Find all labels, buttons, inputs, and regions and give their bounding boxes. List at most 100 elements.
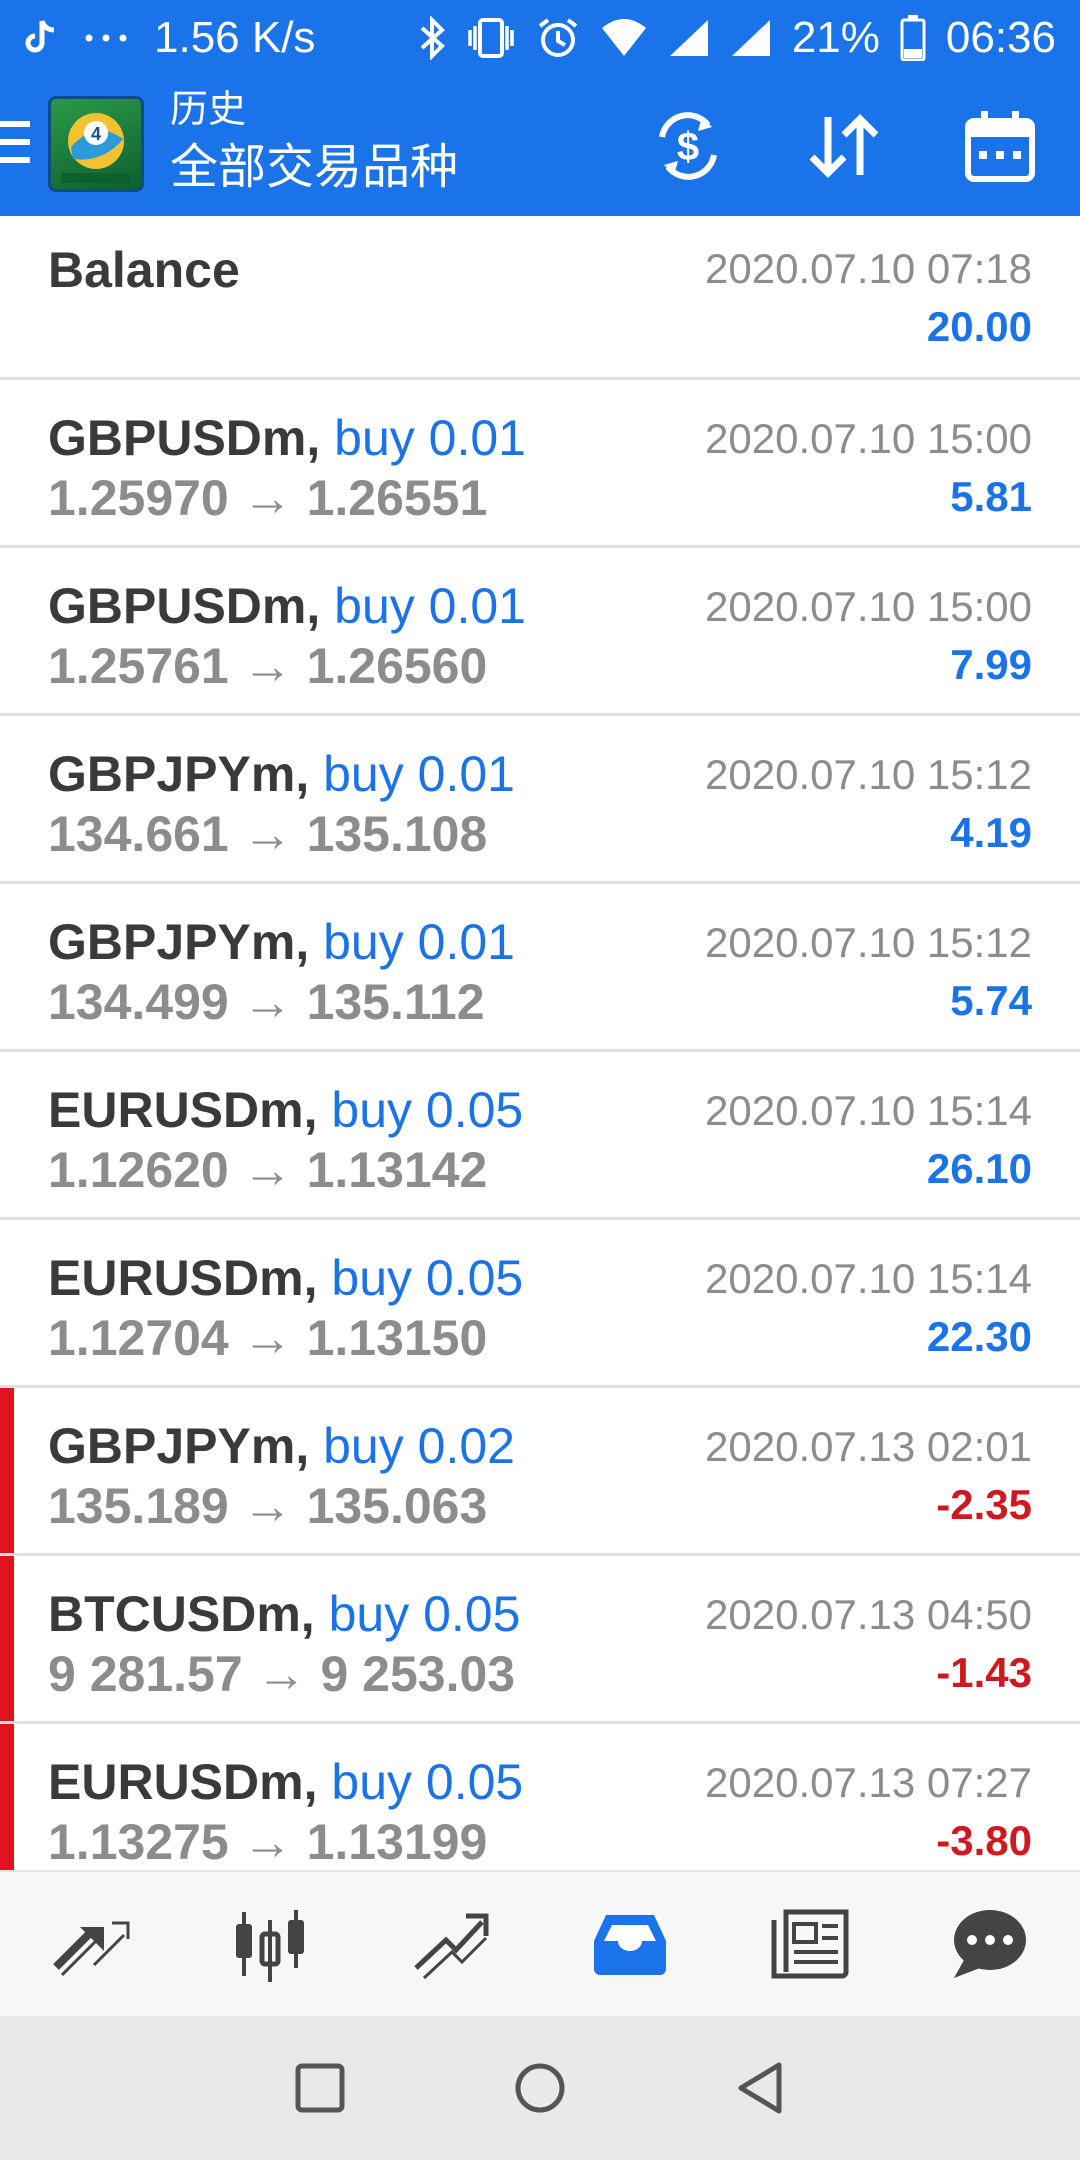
trade-prices: 1.25970 → 1.26551 (48, 468, 487, 528)
trade-prices: 134.661 → 135.108 (48, 804, 487, 864)
trade-symbol: GBPUSDm, (48, 410, 321, 466)
trade-prices: 1.13275 → 1.13199 (48, 1812, 487, 1870)
svg-text:$: $ (677, 125, 699, 169)
chart-candles-icon[interactable] (215, 1889, 325, 1999)
status-bar: 1.56 K/s 21% 06:36 (0, 0, 1080, 76)
system-navigation-bar (0, 2016, 1080, 2160)
trade-date: 2020.07.10 15:12 (705, 919, 1032, 966)
trade-date: 2020.07.13 02:01 (705, 1423, 1032, 1470)
battery-percent: 21% (791, 13, 880, 62)
arrow-icon: → (242, 470, 293, 526)
history-list[interactable]: Balance 2020.07.10 07:18 20.00 GBPUSDm, … (0, 216, 1080, 1870)
trade-prices: 9 281.57 → 9 253.03 (48, 1644, 515, 1704)
quotes-icon[interactable] (35, 1889, 145, 1999)
trade-type: buy 0.01 (323, 746, 515, 802)
trade-profit: 22.30 (926, 1313, 1032, 1360)
trade-profit: 7.99 (950, 641, 1032, 688)
trade-profit: -2.35 (936, 1481, 1032, 1528)
tiktok-icon (24, 19, 58, 57)
trade-symbol: GBPJPYm, (48, 1418, 310, 1474)
close-price: 9 253.03 (320, 1646, 516, 1702)
trade-prices: 135.189 → 135.063 (48, 1476, 487, 1536)
arrow-icon: → (242, 974, 293, 1030)
close-price: 135.108 (306, 806, 488, 862)
menu-icon[interactable] (0, 121, 30, 171)
trade-symbol-line: BTCUSDm, buy 0.05 (48, 1584, 520, 1644)
trade-row[interactable]: GBPJPYm, buy 0.01 134.499 → 135.112 2020.0… (0, 884, 1080, 1052)
trade-symbol-line: GBPUSDm, buy 0.01 (48, 408, 526, 468)
trade-symbol: EURUSDm, (48, 1082, 318, 1138)
news-icon[interactable] (755, 1889, 865, 1999)
chat-icon[interactable] (935, 1889, 1045, 1999)
trade-type: buy 0.02 (323, 1418, 515, 1474)
balance-row[interactable]: Balance 2020.07.10 07:18 20.00 (0, 216, 1080, 380)
open-price: 135.189 (48, 1478, 229, 1534)
trade-symbol-line: GBPJPYm, buy 0.02 (48, 1416, 515, 1476)
sort-icon[interactable] (802, 104, 886, 188)
trade-row[interactable]: EURUSDm, buy 0.05 1.12704 → 1.13150 2020.0… (0, 1220, 1080, 1388)
trade-date: 2020.07.13 07:27 (705, 1759, 1032, 1806)
page-title: 历史 (170, 89, 247, 131)
arrow-icon: → (242, 1142, 293, 1198)
close-price: 1.13142 (306, 1142, 488, 1198)
close-price: 1.13150 (306, 1310, 488, 1366)
trade-symbol-line: GBPJPYm, buy 0.01 (48, 912, 515, 972)
open-price: 1.13275 (48, 1814, 229, 1870)
open-price: 1.25970 (48, 470, 229, 526)
home-icon[interactable] (495, 2043, 585, 2133)
wifi-icon (600, 18, 648, 58)
close-price: 1.26560 (306, 638, 488, 694)
trade-date: 2020.07.10 15:00 (705, 583, 1032, 630)
trade-row[interactable]: BTCUSDm, buy 0.05 9 281.57 → 9 253.03 2020… (0, 1556, 1080, 1724)
trade-icon[interactable] (395, 1889, 505, 1999)
arrow-icon: → (242, 1478, 293, 1534)
recents-icon[interactable] (275, 2043, 365, 2133)
arrow-icon: → (242, 638, 293, 694)
arrow-icon: → (242, 1310, 293, 1366)
open-price: 134.661 (48, 806, 229, 862)
trade-date: 2020.07.10 15:00 (705, 415, 1032, 462)
bluetooth-icon (418, 16, 446, 60)
trade-profit: -1.43 (936, 1649, 1032, 1696)
balance-amount: 20.00 (926, 303, 1032, 350)
trade-row[interactable]: EURUSDm, buy 0.05 1.12620 → 1.13142 2020.0… (0, 1052, 1080, 1220)
trade-symbol-line: GBPUSDm, buy 0.01 (48, 576, 526, 636)
trade-profit: 5.81 (950, 473, 1032, 520)
vibrate-icon (466, 16, 516, 60)
trade-profit: 5.74 (950, 977, 1032, 1024)
metatrader-logo: 4 (48, 96, 144, 192)
trade-symbol: EURUSDm, (48, 1250, 318, 1306)
trade-row[interactable]: GBPJPYm, buy 0.01 134.661 → 135.108 2020.0… (0, 716, 1080, 884)
clock: 06:36 (945, 13, 1056, 62)
alarm-icon (536, 16, 580, 60)
calendar-icon[interactable] (958, 104, 1042, 188)
close-price: 1.26551 (306, 470, 488, 526)
trade-symbol: GBPUSDm, (48, 578, 321, 634)
trade-symbol: GBPJPYm, (48, 746, 310, 802)
back-icon[interactable] (715, 2043, 805, 2133)
close-price: 135.063 (306, 1478, 488, 1534)
trade-prices: 134.499 → 135.112 (48, 972, 485, 1032)
trade-profit: 4.19 (950, 809, 1032, 856)
arrow-icon: → (242, 1814, 293, 1870)
trade-row[interactable]: GBPUSDm, buy 0.01 1.25970 → 1.26551 2020.0… (0, 380, 1080, 548)
arrow-icon: → (242, 806, 293, 862)
currency-exchange-icon[interactable]: $ (646, 104, 730, 188)
history-inbox-icon[interactable] (575, 1889, 685, 1999)
svg-text:4: 4 (91, 124, 101, 144)
signal-icon (730, 18, 772, 58)
open-price: 9 281.57 (48, 1646, 243, 1702)
trade-row[interactable]: EURUSDm, buy 0.05 1.13275 → 1.13199 2020.0… (0, 1724, 1080, 1870)
trade-symbol-line: GBPJPYm, buy 0.01 (48, 744, 515, 804)
trade-row[interactable]: GBPUSDm, buy 0.01 1.25761 → 1.26560 2020.0… (0, 548, 1080, 716)
symbol-filter-dropdown[interactable]: 全部交易品种 (170, 138, 458, 198)
arrow-icon: → (256, 1646, 307, 1702)
close-price: 1.13199 (306, 1814, 488, 1870)
trade-row[interactable]: GBPJPYm, buy 0.02 135.189 → 135.063 2020.0… (0, 1388, 1080, 1556)
trade-profit: 26.10 (926, 1145, 1032, 1192)
open-price: 1.12620 (48, 1142, 229, 1198)
trade-date: 2020.07.13 04:50 (705, 1591, 1032, 1638)
trade-type: buy 0.05 (331, 1082, 524, 1138)
close-price: 135.112 (306, 974, 485, 1030)
trade-prices: 1.25761 → 1.26560 (48, 636, 487, 696)
